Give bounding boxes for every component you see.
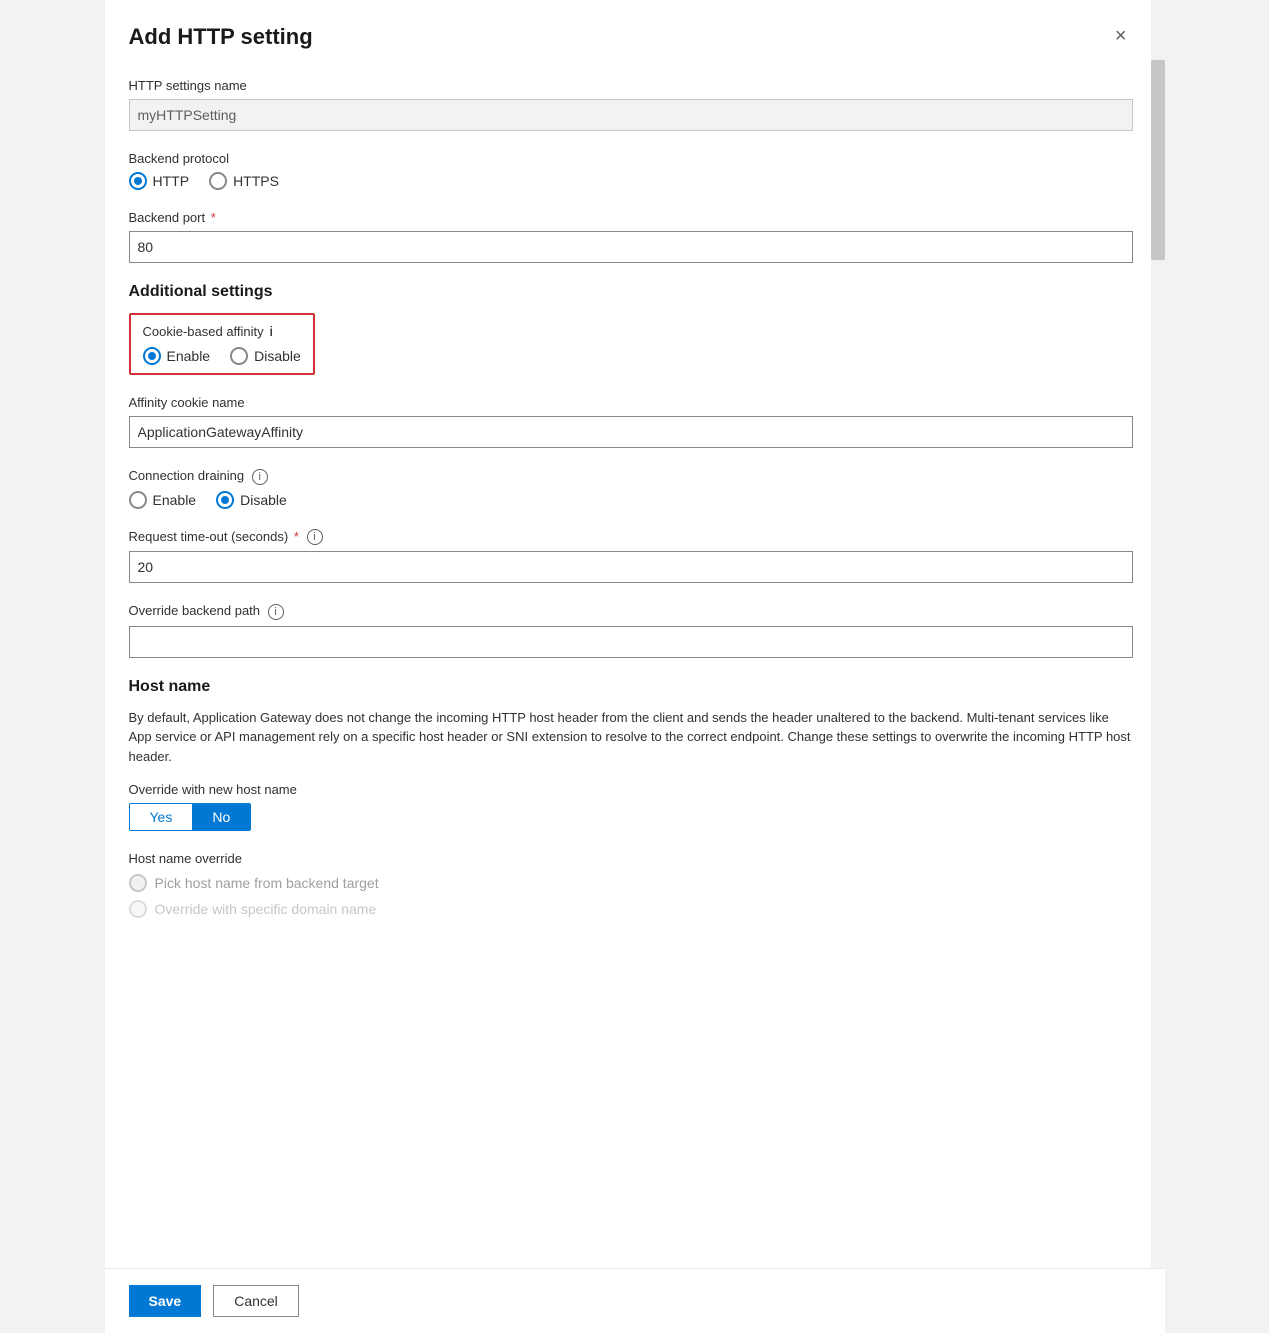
http-settings-name-input[interactable] <box>129 99 1133 131</box>
cookie-affinity-enable-label: Enable <box>167 348 211 364</box>
connection-draining-disable-label: Disable <box>240 492 287 508</box>
yes-no-toggle-group: Yes No <box>129 803 252 831</box>
override-specific-domain-option[interactable]: Override with specific domain name <box>129 900 1133 918</box>
bottom-bar: Save Cancel <box>105 1268 1165 1333</box>
cookie-affinity-disable-option[interactable]: Disable <box>230 347 301 365</box>
cookie-affinity-enable-radio[interactable] <box>143 347 161 365</box>
backend-port-section: Backend port * <box>129 210 1133 263</box>
host-name-description: By default, Application Gateway does not… <box>129 708 1133 767</box>
connection-draining-enable-radio[interactable] <box>129 491 147 509</box>
override-backend-path-info-icon[interactable]: i <box>268 604 284 620</box>
affinity-cookie-name-label: Affinity cookie name <box>129 395 1133 410</box>
backend-protocol-https-label: HTTPS <box>233 173 279 189</box>
affinity-cookie-name-input[interactable] <box>129 416 1133 448</box>
scrollbar[interactable] <box>1151 0 1165 1333</box>
affinity-cookie-name-section: Affinity cookie name <box>129 395 1133 448</box>
pick-host-name-radio[interactable] <box>129 874 147 892</box>
yes-toggle-button[interactable]: Yes <box>130 804 193 830</box>
connection-draining-disable-option[interactable]: Disable <box>216 491 287 509</box>
connection-draining-enable-option[interactable]: Enable <box>129 491 197 509</box>
close-button[interactable]: × <box>1109 24 1133 48</box>
cookie-affinity-radio-group: Enable Disable <box>143 347 301 365</box>
save-button[interactable]: Save <box>129 1285 202 1317</box>
add-http-setting-dialog: Add HTTP setting × HTTP settings name Ba… <box>105 0 1165 1333</box>
dialog-title: Add HTTP setting <box>129 24 313 50</box>
no-toggle-button[interactable]: No <box>192 804 250 830</box>
backend-protocol-http-radio[interactable] <box>129 172 147 190</box>
additional-settings-section: Additional settings Cookie-based affinit… <box>129 283 1133 375</box>
override-backend-path-input[interactable] <box>129 626 1133 658</box>
request-timeout-info-icon[interactable]: i <box>307 529 323 545</box>
override-backend-path-label: Override backend path i <box>129 603 1133 620</box>
request-timeout-required: * <box>294 529 299 544</box>
request-timeout-label: Request time-out (seconds) * i <box>129 529 1133 546</box>
scrollbar-thumb[interactable] <box>1151 60 1165 260</box>
http-settings-name-section: HTTP settings name <box>129 78 1133 131</box>
backend-protocol-label: Backend protocol <box>129 151 1133 166</box>
cookie-affinity-info-icon[interactable]: i <box>270 323 273 339</box>
override-specific-domain-label: Override with specific domain name <box>155 901 377 917</box>
connection-draining-radio-group: Enable Disable <box>129 491 1133 509</box>
backend-protocol-https-radio[interactable] <box>209 172 227 190</box>
request-timeout-section: Request time-out (seconds) * i <box>129 529 1133 584</box>
dialog-header: Add HTTP setting × <box>129 24 1133 50</box>
http-settings-name-label: HTTP settings name <box>129 78 1133 93</box>
backend-protocol-http-option[interactable]: HTTP <box>129 172 190 190</box>
host-name-override-label: Host name override <box>129 851 1133 866</box>
pick-host-name-label: Pick host name from backend target <box>155 875 379 891</box>
cookie-affinity-disable-radio[interactable] <box>230 347 248 365</box>
host-name-override-section: Host name override Pick host name from b… <box>129 851 1133 918</box>
backend-protocol-https-option[interactable]: HTTPS <box>209 172 279 190</box>
host-name-section: Host name By default, Application Gatewa… <box>129 678 1133 919</box>
cookie-affinity-disable-label: Disable <box>254 348 301 364</box>
override-backend-path-section: Override backend path i <box>129 603 1133 658</box>
connection-draining-info-icon[interactable]: i <box>252 469 268 485</box>
backend-port-required: * <box>207 210 216 225</box>
backend-protocol-http-label: HTTP <box>153 173 190 189</box>
connection-draining-label: Connection draining i <box>129 468 1133 485</box>
backend-protocol-radio-group: HTTP HTTPS <box>129 172 1133 190</box>
form-content: HTTP settings name Backend protocol HTTP… <box>129 78 1133 1008</box>
cookie-affinity-box: Cookie-based affinity i Enable Disable <box>129 313 315 375</box>
host-name-override-radio-group: Pick host name from backend target Overr… <box>129 874 1133 918</box>
additional-settings-title: Additional settings <box>129 283 1133 301</box>
connection-draining-enable-label: Enable <box>153 492 197 508</box>
override-specific-domain-radio[interactable] <box>129 900 147 918</box>
pick-host-name-option[interactable]: Pick host name from backend target <box>129 874 1133 892</box>
backend-port-label: Backend port * <box>129 210 1133 225</box>
backend-port-input[interactable] <box>129 231 1133 263</box>
override-new-host-name-section: Override with new host name Yes No <box>129 782 1133 831</box>
connection-draining-disable-radio[interactable] <box>216 491 234 509</box>
request-timeout-input[interactable] <box>129 551 1133 583</box>
connection-draining-section: Connection draining i Enable Disable <box>129 468 1133 509</box>
backend-protocol-section: Backend protocol HTTP HTTPS <box>129 151 1133 190</box>
cookie-affinity-label-row: Cookie-based affinity i <box>143 323 301 339</box>
cookie-affinity-label: Cookie-based affinity <box>143 324 264 339</box>
override-new-host-name-label: Override with new host name <box>129 782 1133 797</box>
cancel-button[interactable]: Cancel <box>213 1285 299 1317</box>
host-name-title: Host name <box>129 678 1133 696</box>
cookie-affinity-enable-option[interactable]: Enable <box>143 347 211 365</box>
